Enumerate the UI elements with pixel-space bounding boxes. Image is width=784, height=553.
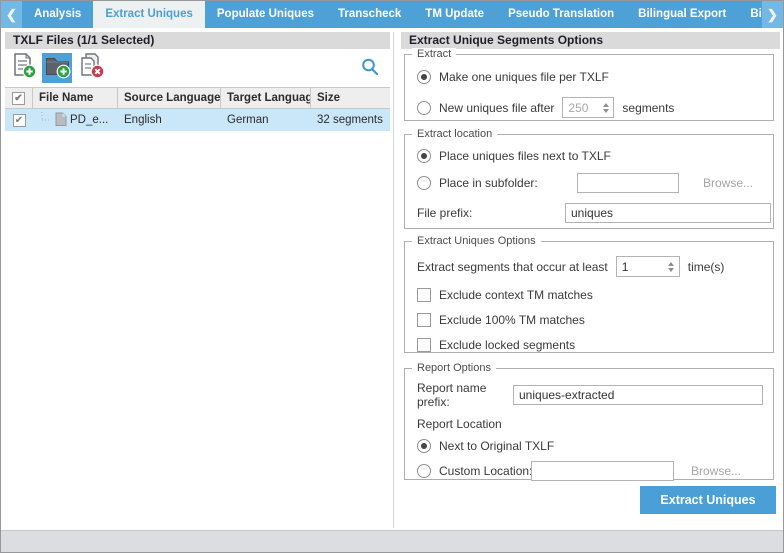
remove-files-icon <box>78 52 105 84</box>
custom-location-input[interactable] <box>531 461 674 481</box>
stepper-arrows-icon[interactable] <box>598 103 613 113</box>
size-cell: 32 segments <box>311 114 390 126</box>
extract-options-panel-title: Extract Unique Segments Options <box>401 32 780 49</box>
occurrence-suffix-label: time(s) <box>688 260 725 274</box>
file-prefix-label: File prefix: <box>417 206 565 220</box>
tab-populate-uniques[interactable]: Populate Uniques <box>205 1 326 28</box>
tab-bar: ❮ Analysis Extract Uniques Populate Uniq… <box>1 1 783 28</box>
files-toolbar <box>5 49 390 87</box>
add-files-icon <box>10 52 37 84</box>
report-location-label: Report Location <box>405 417 773 431</box>
column-header-target-language[interactable]: Target Language <box>221 88 311 108</box>
radio-place-in-subfolder-label: Place in subfolder: <box>439 176 577 190</box>
extract-legend: Extract <box>412 48 456 61</box>
remove-files-button[interactable] <box>76 53 106 83</box>
radio-custom-location[interactable] <box>417 464 431 478</box>
search-icon <box>360 64 380 81</box>
report-options-legend: Report Options <box>412 362 496 375</box>
tab-pseudo-translation[interactable]: Pseudo Translation <box>496 1 626 28</box>
exclude-context-tm-label: Exclude context TM matches <box>439 288 593 302</box>
extract-uniques-options-legend: Extract Uniques Options <box>412 235 541 248</box>
exclude-100-tm-label: Exclude 100% TM matches <box>439 313 585 327</box>
exclude-100-tm-checkbox[interactable] <box>417 313 431 327</box>
column-header-source-language[interactable]: Source Language <box>118 88 221 108</box>
radio-next-to-original-txlf-label: Next to Original TXLF <box>439 439 554 453</box>
occurrence-label: Extract segments that occur at least <box>417 260 608 274</box>
radio-new-uniques-after-label: New uniques file after <box>439 101 554 115</box>
radio-next-to-txlf-label: Place uniques files next to TXLF <box>439 149 611 163</box>
exclude-locked-checkbox[interactable] <box>417 338 431 352</box>
extract-uniques-button[interactable]: Extract Uniques <box>640 486 776 514</box>
tab-bilingual-export[interactable]: Bilingual Export <box>626 1 738 28</box>
scroll-tabs-right-icon[interactable]: ❯ <box>762 1 783 28</box>
segments-count-stepper[interactable]: 250 <box>562 97 614 118</box>
extract-location-fieldset: Extract location Place uniques files nex… <box>404 134 774 229</box>
search-files-button[interactable] <box>360 57 380 77</box>
segments-suffix-label: segments <box>622 101 674 115</box>
tree-branch-icon <box>39 112 52 129</box>
report-options-fieldset: Report Options Report name prefix: Repor… <box>404 368 774 480</box>
report-name-prefix-input[interactable] <box>513 385 763 405</box>
radio-new-uniques-after[interactable] <box>417 101 431 115</box>
app-window: ❮ Analysis Extract Uniques Populate Uniq… <box>0 0 784 553</box>
tab-analysis[interactable]: Analysis <box>22 1 93 28</box>
add-folder-button[interactable] <box>42 53 72 83</box>
txlf-files-panel: TXLF Files (1/1 Selected) <box>5 32 390 528</box>
column-header-file-name[interactable]: File Name <box>33 88 118 108</box>
txlf-files-panel-title: TXLF Files (1/1 Selected) <box>5 32 390 49</box>
report-name-prefix-label: Report name prefix: <box>417 381 509 409</box>
custom-location-browse-button[interactable]: Browse... <box>691 464 741 478</box>
file-name: PD_e... <box>70 114 108 126</box>
extract-location-legend: Extract location <box>412 128 497 141</box>
tab-tm-update[interactable]: TM Update <box>413 1 496 28</box>
radio-custom-location-label: Custom Location: <box>439 464 531 478</box>
stepper-arrows-icon[interactable] <box>664 262 679 272</box>
exclude-locked-label: Exclude locked segments <box>439 338 575 352</box>
extract-uniques-options-fieldset: Extract Uniques Options Extract segments… <box>404 241 774 353</box>
source-language-cell: English <box>118 114 221 126</box>
tab-extract-uniques[interactable]: Extract Uniques <box>93 1 205 28</box>
occurrence-stepper[interactable]: 1 <box>616 256 680 277</box>
extract-fieldset: Extract Make one uniques file per TXLF N… <box>404 54 774 121</box>
select-all-checkbox[interactable]: ✔ <box>12 92 25 105</box>
panel-divider <box>393 32 394 528</box>
file-icon <box>55 112 67 129</box>
table-row[interactable]: ✔ PD_e... <box>5 109 390 131</box>
file-table-header: ✔ File Name Source Language Target Langu… <box>5 87 390 109</box>
subfolder-input[interactable] <box>577 173 679 193</box>
status-bar <box>1 530 783 552</box>
file-prefix-input[interactable] <box>565 203 771 223</box>
row-checkbox[interactable]: ✔ <box>13 114 26 127</box>
radio-one-uniques-per-txlf[interactable] <box>417 70 431 84</box>
extract-options-panel: Extract Unique Segments Options Extract … <box>401 32 780 528</box>
radio-place-in-subfolder[interactable] <box>417 176 431 190</box>
add-files-button[interactable] <box>8 53 38 83</box>
add-folder-icon <box>44 52 71 84</box>
tab-transcheck[interactable]: Transcheck <box>326 1 413 28</box>
column-header-size[interactable]: Size <box>311 88 390 108</box>
radio-one-uniques-per-txlf-label: Make one uniques file per TXLF <box>439 70 609 84</box>
radio-next-to-original-txlf[interactable] <box>417 439 431 453</box>
scroll-tabs-left-icon[interactable]: ❮ <box>1 1 22 28</box>
tabs-container: Analysis Extract Uniques Populate Unique… <box>22 1 762 28</box>
target-language-cell: German <box>221 114 311 126</box>
exclude-context-tm-checkbox[interactable] <box>417 288 431 302</box>
tab-bilingual-import[interactable]: Bilingual Import <box>738 1 762 28</box>
subfolder-browse-button[interactable]: Browse... <box>703 176 753 190</box>
radio-next-to-txlf[interactable] <box>417 149 431 163</box>
file-table: ✔ File Name Source Language Target Langu… <box>5 87 390 131</box>
